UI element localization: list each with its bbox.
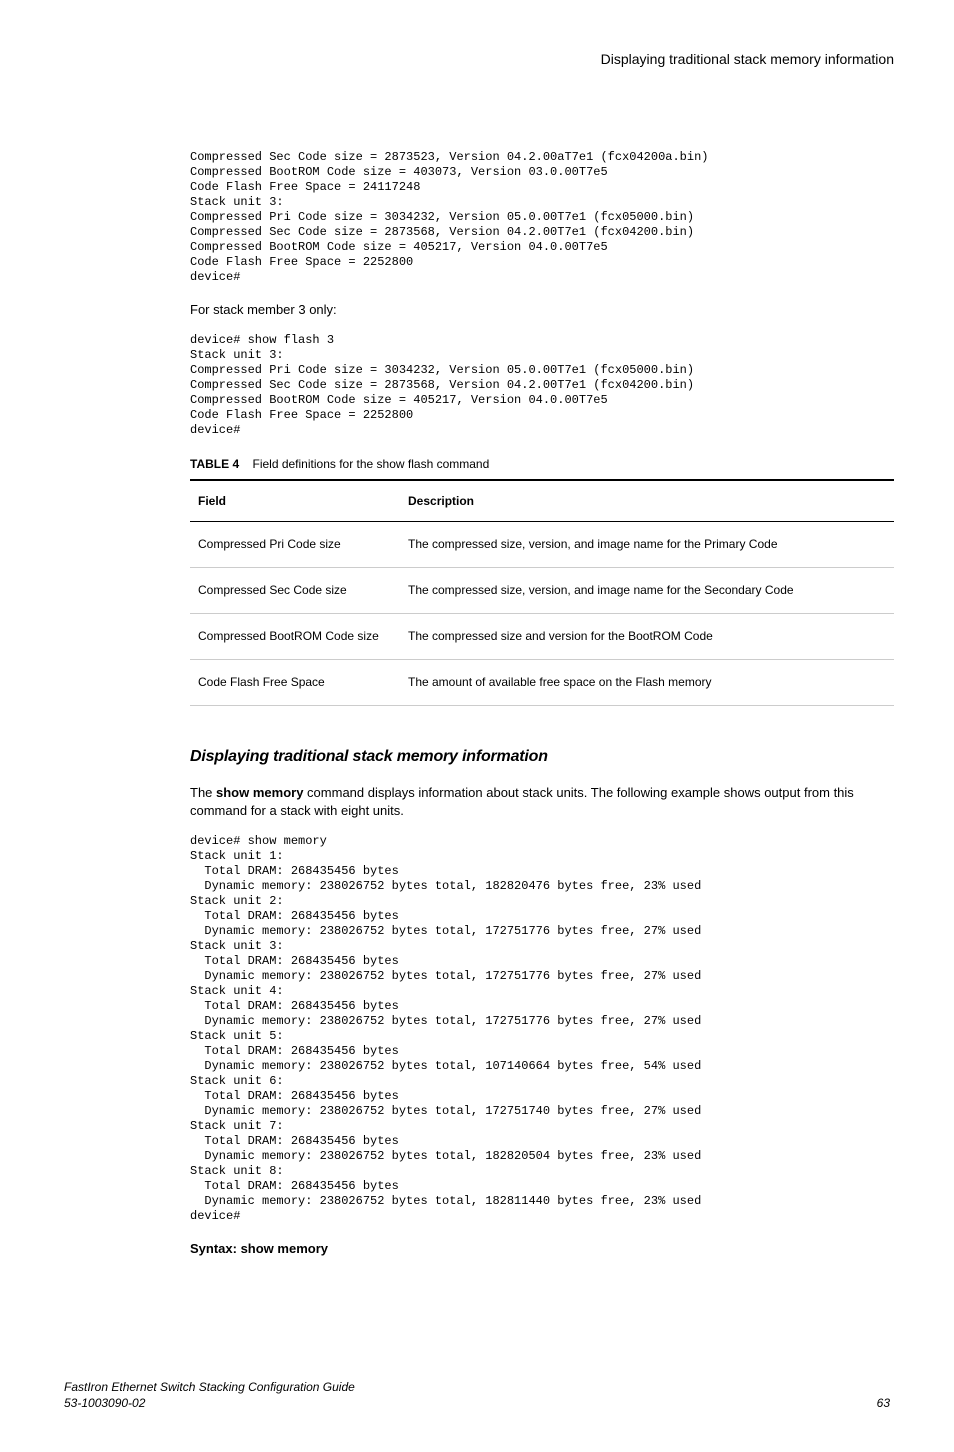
code-block-flash-all: Compressed Sec Code size = 2873523, Vers… xyxy=(190,150,894,285)
table-row: Compressed Pri Code size The compressed … xyxy=(190,522,894,568)
table-header-field: Field xyxy=(190,480,400,522)
code-block-flash-3: device# show flash 3 Stack unit 3: Compr… xyxy=(190,333,894,438)
table-header-description: Description xyxy=(400,480,894,522)
footer-doc-number: 53-1003090-02 xyxy=(64,1395,355,1412)
footer-guide-title: FastIron Ethernet Switch Stacking Config… xyxy=(64,1379,355,1396)
syntax-line: Syntax: show memory xyxy=(190,1240,894,1258)
table-row: Compressed Sec Code size The compressed … xyxy=(190,568,894,614)
table-cell-field: Code Flash Free Space xyxy=(190,659,400,705)
table-caption-label: TABLE 4 xyxy=(190,457,239,471)
table-cell-description: The compressed size, version, and image … xyxy=(400,568,894,614)
intro-cmd: show memory xyxy=(216,785,303,800)
intro-stack3: For stack member 3 only: xyxy=(190,301,894,319)
table-cell-description: The amount of available free space on th… xyxy=(400,659,894,705)
table-caption: TABLE 4 Field definitions for the show f… xyxy=(190,456,894,473)
table-row: Compressed BootROM Code size The compres… xyxy=(190,613,894,659)
section-heading-memory: Displaying traditional stack memory info… xyxy=(190,746,894,768)
footer-page-number: 63 xyxy=(877,1395,890,1412)
section-intro: The show memory command displays informa… xyxy=(190,784,894,820)
table-cell-field: Compressed BootROM Code size xyxy=(190,613,400,659)
page-header-title: Displaying traditional stack memory info… xyxy=(60,50,894,70)
page-footer: FastIron Ethernet Switch Stacking Config… xyxy=(60,1379,894,1413)
code-block-memory: device# show memory Stack unit 1: Total … xyxy=(190,834,894,1224)
table-row: Code Flash Free Space The amount of avai… xyxy=(190,659,894,705)
table-cell-field: Compressed Pri Code size xyxy=(190,522,400,568)
table-cell-description: The compressed size and version for the … xyxy=(400,613,894,659)
field-definitions-table: Field Description Compressed Pri Code si… xyxy=(190,479,894,706)
table-cell-field: Compressed Sec Code size xyxy=(190,568,400,614)
table-cell-description: The compressed size, version, and image … xyxy=(400,522,894,568)
table-caption-text: Field definitions for the show flash com… xyxy=(252,457,489,471)
intro-pre: The xyxy=(190,785,216,800)
